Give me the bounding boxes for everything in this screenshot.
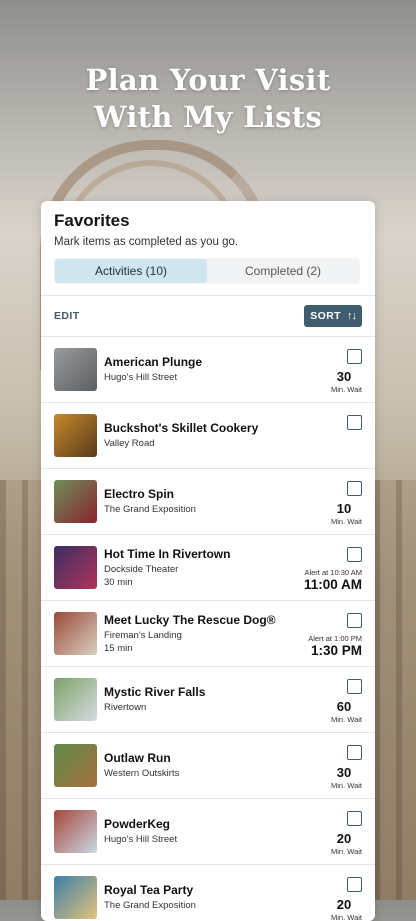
favorites-subtitle: Mark items as completed as you go. bbox=[54, 236, 239, 248]
item-thumbnail bbox=[54, 810, 97, 853]
item-thumbnail bbox=[54, 414, 97, 457]
item-location: Rivertown bbox=[104, 702, 147, 713]
wait-time: 10 Min. Wait bbox=[326, 502, 362, 526]
item-location: The Grand Exposition bbox=[104, 900, 196, 911]
list-toolbar: EDIT SORT ↑↓ bbox=[41, 295, 375, 337]
item-location: Dockside Theater bbox=[104, 564, 179, 575]
show-time: 11:00 AM bbox=[303, 577, 362, 592]
show-alert: Alert at 1:00 PM 1:30 PM bbox=[308, 634, 362, 658]
show-time: 1:30 PM bbox=[310, 643, 362, 658]
list-item[interactable]: Hot Time In Rivertown Dockside Theater 30 … bbox=[41, 535, 375, 601]
item-text: Electro Spin The Grand Exposition bbox=[104, 487, 294, 515]
wait-label: Min. Wait bbox=[331, 715, 362, 724]
wait-time: 20 Min. Wait bbox=[326, 832, 362, 856]
complete-checkbox[interactable] bbox=[347, 811, 362, 826]
item-name: Royal Tea Party bbox=[104, 883, 194, 897]
edit-button[interactable]: EDIT bbox=[54, 310, 80, 322]
item-thumbnail bbox=[54, 612, 97, 655]
item-name: Buckshot's Skillet Cookery bbox=[104, 421, 259, 435]
list-item[interactable]: Buckshot's Skillet Cookery Valley Road bbox=[41, 403, 375, 469]
alert-label: Alert at 10:30 AM bbox=[304, 568, 362, 577]
complete-checkbox[interactable] bbox=[347, 481, 362, 496]
item-location: Valley Road bbox=[104, 438, 155, 449]
item-location: Fireman's Landing bbox=[104, 630, 182, 641]
complete-checkbox[interactable] bbox=[347, 349, 362, 364]
item-text: Outlaw Run Western Outskirts bbox=[104, 751, 294, 779]
wait-label: Min. Wait bbox=[331, 781, 362, 790]
item-text: Meet Lucky The Rescue Dog® Fireman's Land… bbox=[104, 613, 294, 654]
complete-checkbox[interactable] bbox=[347, 547, 362, 562]
complete-checkbox[interactable] bbox=[347, 877, 362, 892]
complete-checkbox[interactable] bbox=[347, 415, 362, 430]
alert-label: Alert at 1:00 PM bbox=[308, 634, 362, 643]
item-text: Mystic River Falls Rivertown bbox=[104, 685, 294, 713]
complete-checkbox[interactable] bbox=[347, 745, 362, 760]
item-location: Hugo's Hill Street bbox=[104, 372, 178, 383]
hero-title-line-1: Plan Your Visit bbox=[85, 63, 331, 97]
item-name: Mystic River Falls bbox=[104, 685, 206, 699]
item-name: Hot Time In Rivertown bbox=[104, 547, 231, 561]
wait-minutes: 10 bbox=[336, 501, 352, 516]
item-thumbnail bbox=[54, 546, 97, 589]
item-thumbnail bbox=[54, 876, 97, 919]
item-name: Meet Lucky The Rescue Dog® bbox=[104, 613, 276, 627]
item-thumbnail bbox=[54, 348, 97, 391]
item-location: Hugo's Hill Street bbox=[104, 834, 178, 845]
favorites-card: Favorites Mark items as completed as you… bbox=[41, 201, 375, 921]
wait-time: 30 Min. Wait bbox=[326, 370, 362, 394]
item-thumbnail bbox=[54, 480, 97, 523]
list-segment-control: Activities (10) Completed (2) bbox=[54, 258, 360, 284]
hero-title-line-2: With My Lists bbox=[93, 100, 323, 134]
list-item[interactable]: Mystic River Falls Rivertown 60 Min. Wait bbox=[41, 667, 375, 733]
item-name: PowderKeg bbox=[104, 817, 171, 831]
item-name: Electro Spin bbox=[104, 487, 175, 501]
favorites-title: Favorites bbox=[54, 211, 130, 230]
show-alert: Alert at 10:30 AM 11:00 AM bbox=[304, 568, 362, 592]
list-item[interactable]: Outlaw Run Western Outskirts 30 Min. Wait bbox=[41, 733, 375, 799]
wait-label: Min. Wait bbox=[331, 847, 362, 856]
tab-completed[interactable]: Completed (2) bbox=[207, 259, 359, 283]
wait-time: 30 Min. Wait bbox=[326, 766, 362, 790]
wait-label: Min. Wait bbox=[331, 517, 362, 526]
list-item[interactable]: American Plunge Hugo's Hill Street 30 Min. … bbox=[41, 337, 375, 403]
list-item[interactable]: Meet Lucky The Rescue Dog® Fireman's Land… bbox=[41, 601, 375, 667]
tab-activities[interactable]: Activities (10) bbox=[55, 259, 207, 283]
item-text: Royal Tea Party The Grand Exposition bbox=[104, 883, 294, 911]
wait-minutes: 30 bbox=[336, 765, 352, 780]
list-item[interactable]: Electro Spin The Grand Exposition 10 Min. W… bbox=[41, 469, 375, 535]
item-name: Outlaw Run bbox=[104, 751, 171, 765]
item-text: PowderKeg Hugo's Hill Street bbox=[104, 817, 294, 845]
list-item[interactable]: Royal Tea Party The Grand Exposition 20 Min… bbox=[41, 865, 375, 921]
wait-time: 60 Min. Wait bbox=[326, 700, 362, 724]
item-text: Hot Time In Rivertown Dockside Theater 30 … bbox=[104, 547, 294, 588]
item-location: Western Outskirts bbox=[104, 768, 180, 779]
wait-time: 20 Min. Wait bbox=[326, 898, 362, 921]
wait-label: Min. Wait bbox=[331, 913, 362, 921]
complete-checkbox[interactable] bbox=[347, 679, 362, 694]
item-text: American Plunge Hugo's Hill Street bbox=[104, 355, 294, 383]
list-item[interactable]: PowderKeg Hugo's Hill Street 20 Min. Wait bbox=[41, 799, 375, 865]
sort-az-icon: ↑↓ bbox=[347, 310, 357, 322]
complete-checkbox[interactable] bbox=[347, 613, 362, 628]
sort-button-label: SORT bbox=[310, 310, 341, 322]
item-name: American Plunge bbox=[104, 355, 203, 369]
item-thumbnail bbox=[54, 678, 97, 721]
activity-list: American Plunge Hugo's Hill Street 30 Min. … bbox=[41, 337, 375, 921]
wait-minutes: 30 bbox=[336, 369, 352, 384]
hero-title: Plan Your Visit With My Lists bbox=[0, 62, 416, 136]
wait-label: Min. Wait bbox=[331, 385, 362, 394]
wait-minutes: 20 bbox=[336, 831, 352, 846]
item-text: Buckshot's Skillet Cookery Valley Road bbox=[104, 421, 294, 449]
wait-minutes: 60 bbox=[336, 699, 352, 714]
item-duration: 30 min bbox=[104, 577, 133, 588]
item-location: The Grand Exposition bbox=[104, 504, 196, 515]
sort-button[interactable]: SORT ↑↓ bbox=[304, 305, 362, 327]
item-duration: 15 min bbox=[104, 643, 133, 654]
item-thumbnail bbox=[54, 744, 97, 787]
